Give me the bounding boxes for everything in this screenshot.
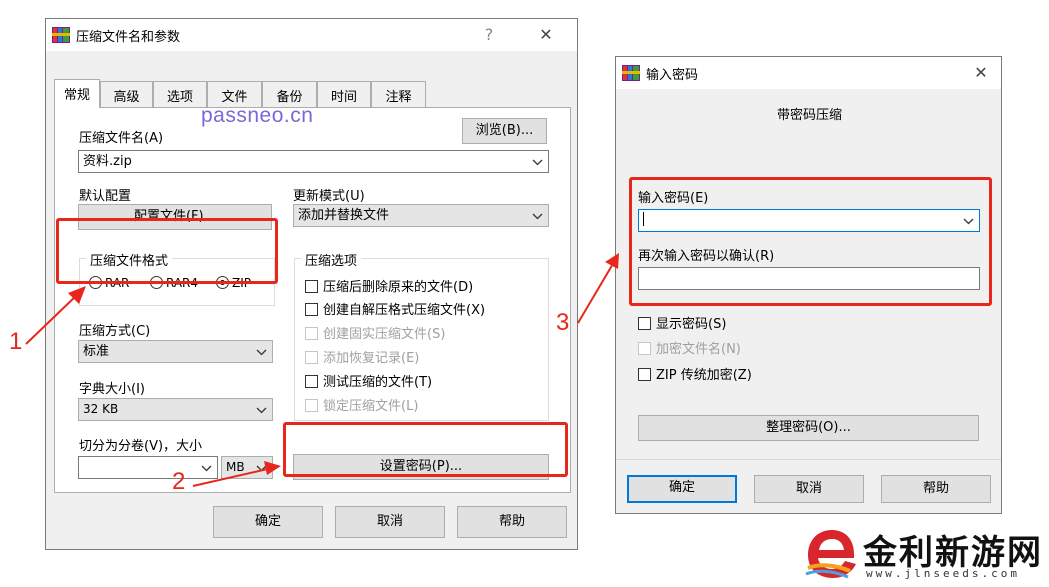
arrow-2-head <box>264 461 281 475</box>
annotation-number-2: 2 <box>172 468 186 495</box>
annotation-arrows <box>25 253 619 487</box>
logo-url: www.jlnseeds.com <box>866 567 1020 580</box>
arrow-2-line <box>192 467 273 487</box>
arrow-3-line <box>577 261 615 324</box>
site-logo: 金利新游网 www.jlnseeds.com <box>800 520 1049 587</box>
tab-general[interactable]: 常规 <box>54 79 100 108</box>
arrow-1-line <box>25 293 79 345</box>
logo-e-icon <box>805 530 856 579</box>
annotation-number-1: 1 <box>9 328 23 355</box>
annotation-number-3: 3 <box>556 309 570 336</box>
